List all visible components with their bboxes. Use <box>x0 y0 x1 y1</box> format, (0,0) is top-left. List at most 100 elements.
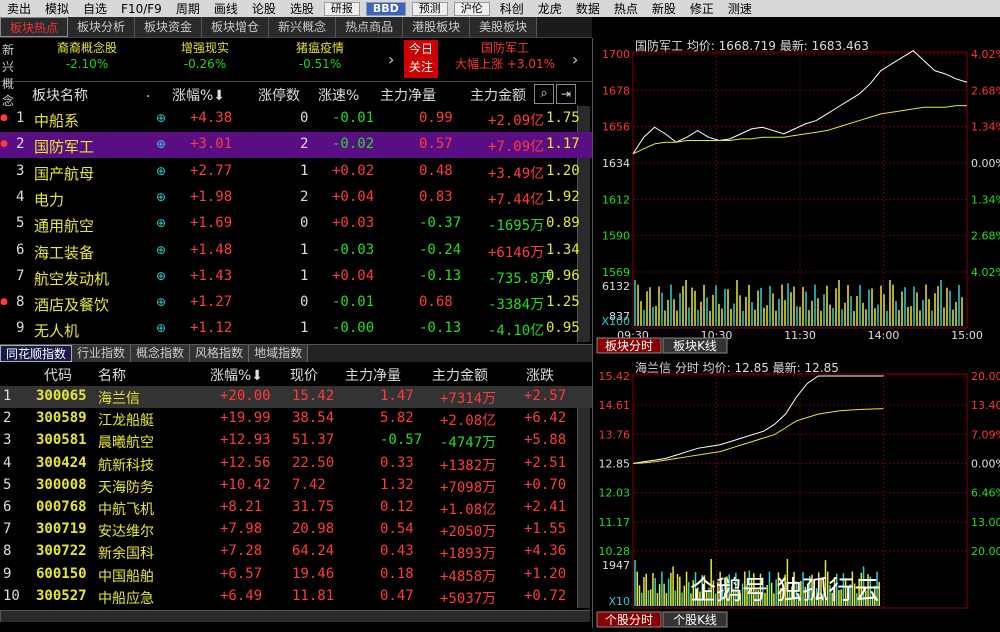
cell-chg: +2.57 <box>524 388 567 404</box>
tab-8[interactable]: 美股板块 <box>470 17 538 37</box>
col-name[interactable]: 名称 <box>98 365 126 385</box>
export-icon[interactable]: ⇥ <box>556 84 576 104</box>
toolbar-item[interactable]: 研报 <box>323 1 360 16</box>
index-tab-5[interactable]: 地域指数 <box>249 345 309 362</box>
col-net[interactable]: 主力净量 <box>380 85 436 105</box>
toolbar-item[interactable]: 沪伦 <box>453 1 490 16</box>
toolbar-item[interactable]: 修正 <box>683 0 721 17</box>
plus-icon[interactable]: ⊕ <box>156 190 166 204</box>
table-row[interactable]: 7 300719 安达维尔 +7.98 20.98 0.54 +2050万 +1.55 <box>0 519 592 541</box>
cell-amt: +6146万 <box>488 244 545 261</box>
tab-5[interactable]: 新兴概念 <box>269 17 337 37</box>
concept-item-1[interactable]: 裔裔概念股 -2.10% <box>42 40 132 72</box>
table-row[interactable]: 9 600150 中国船舶 +6.57 19.46 0.18 +4858万 +1.20 <box>0 564 592 586</box>
toolbar-item[interactable]: 预测 <box>411 1 448 16</box>
toolbar-item[interactable]: 画线 <box>207 0 245 17</box>
next-arrow-icon[interactable]: › <box>572 50 578 69</box>
toolbar-item[interactable]: 测速 <box>721 0 759 17</box>
cell-name: 国防军工 <box>34 138 95 157</box>
index-tab-4[interactable]: 风格指数 <box>190 345 250 362</box>
tab-6[interactable]: 热点商品 <box>336 17 404 37</box>
col-net[interactable]: 主力净量 <box>345 365 401 385</box>
tab-7[interactable]: 港股板块 <box>403 17 471 37</box>
table-row[interactable]: 4 300424 航新科技 +12.56 22.50 0.33 +1382万 +2.51 <box>0 453 592 475</box>
cell-amt: +7.09亿 <box>488 139 545 156</box>
cell-last: 1.92 <box>546 188 580 205</box>
tab-1[interactable]: 板块热点 <box>0 17 69 37</box>
chart-tab-label: 个股K线 <box>673 613 717 627</box>
plus-icon[interactable]: ⊕ <box>156 216 166 230</box>
plus-icon[interactable]: ⊕ <box>156 137 166 151</box>
table-row[interactable]: 8 酒店及餐饮 +1.27 0 -0.01 0.68 -3384万 1.25 ⊕ ● <box>0 290 592 316</box>
toolbar-item[interactable]: 新股 <box>645 0 683 17</box>
toolbar-item[interactable]: 热点 <box>607 0 645 17</box>
plus-icon[interactable]: ⊕ <box>156 164 166 178</box>
col-code[interactable]: 代码 <box>44 365 72 385</box>
table-row[interactable]: 2 300589 江龙船艇 +19.99 38.54 5.82 +2.08亿 +6.42 <box>0 408 592 430</box>
toolbar-item[interactable]: 模拟 <box>38 0 76 17</box>
col-speed[interactable]: 涨速% <box>318 85 359 105</box>
table-row[interactable]: 1 300065 海兰信 +20.00 15.42 1.47 +7314万 +2.57 <box>0 386 592 408</box>
col-limit[interactable]: 涨停数 <box>258 85 300 105</box>
toolbar-item[interactable]: 周期 <box>169 0 207 17</box>
plus-icon[interactable]: ⊕ <box>156 295 166 309</box>
stock-hscrollbar[interactable] <box>0 610 590 622</box>
cell-net: 1.47 <box>380 388 414 404</box>
col-change[interactable]: 涨跌 <box>526 365 554 385</box>
concept-item-2[interactable]: 增强现实 -0.26% <box>160 40 250 72</box>
cell-amt: +3.49亿 <box>488 165 545 182</box>
marker-icon: ● <box>0 297 8 308</box>
search-icon[interactable]: ⌕ <box>534 84 554 104</box>
col-name[interactable]: 板块名称 <box>32 85 88 105</box>
plus-icon[interactable]: ⊕ <box>156 111 166 125</box>
chart-canvas[interactable]: 1700 4.02% 1678 2.68% 1656 1.34% 1634 0.00% 1612… <box>593 38 1000 628</box>
index-tab-2[interactable]: 行业指数 <box>72 345 132 362</box>
chart-tab-label: 个股分时 <box>605 613 653 627</box>
table-row[interactable]: 7 航空发动机 +1.43 1 +0.04 -0.13 -735.8万 0.96 ⊕ <box>0 264 592 290</box>
table-row[interactable]: 4 电力 +1.98 2 +0.04 0.83 +7.44亿 1.92 ⊕ <box>0 185 592 211</box>
table-row[interactable]: 1 中船系 +4.38 0 -0.01 0.99 +2.09亿 1.75 ⊕ ● <box>0 106 592 132</box>
table-row[interactable]: 5 通用航空 +1.69 0 +0.03 -0.37 -1695万 0.89 ⊕ <box>0 211 592 237</box>
tab-3[interactable]: 板块资金 <box>135 17 203 37</box>
y-tick: 15.42 <box>599 370 631 383</box>
plus-icon[interactable]: ⊕ <box>156 321 166 335</box>
table-row[interactable]: 9 无人机 +1.12 1 -0.00 -0.13 -4.10亿 0.95 ⊕ <box>0 316 592 342</box>
toolbar-item[interactable]: 龙虎 <box>531 0 569 17</box>
table-row[interactable]: 6 000768 中航飞机 +8.21 31.75 0.12 +1.08亿 +2.41 <box>0 497 592 519</box>
tab-2[interactable]: 板块分析 <box>68 17 136 37</box>
table-row[interactable]: 3 国产航母 +2.77 1 +0.02 0.48 +3.49亿 1.20 ⊕ <box>0 159 592 185</box>
table-row[interactable]: 8 300722 新余国科 +7.28 64.24 0.43 +1893万 +4.36 <box>0 541 592 563</box>
concept-item-3[interactable]: 猪瘟疫情 -0.51% <box>275 40 365 72</box>
cell-net: 5.82 <box>380 410 414 427</box>
col-pct[interactable]: 涨幅%⬇ <box>172 85 225 105</box>
toolbar-item[interactable]: 科创 <box>493 0 531 17</box>
table-row[interactable]: 3 300581 晨曦航空 +12.93 51.37 -0.57 -4747万 +5.88 <box>0 430 592 452</box>
table-row[interactable]: 5 300008 天海防务 +10.42 7.42 1.32 +7098万 +0.70 <box>0 475 592 497</box>
cell-last: 0.95 <box>546 320 580 337</box>
col-price[interactable]: 现价 <box>290 365 318 385</box>
plus-icon[interactable]: ⊕ <box>156 269 166 283</box>
table-row[interactable]: 6 海工装备 +1.48 1 -0.03 -0.24 +6146万 1.34 ⊕ <box>0 238 592 264</box>
toolbar-item[interactable]: 自选 <box>76 0 114 17</box>
index-tab-3[interactable]: 概念指数 <box>131 345 191 362</box>
tab-4[interactable]: 板块增仓 <box>202 17 270 37</box>
cell-name: 安达维尔 <box>98 524 154 541</box>
index-tab-1[interactable]: 同花顺指数 <box>0 345 73 362</box>
toolbar-item[interactable]: F10/F9 <box>114 2 169 16</box>
toolbar-item[interactable]: 选股 <box>283 0 321 17</box>
y-tick: 10.28 <box>599 545 631 558</box>
toolbar-item[interactable]: 卖出 <box>0 0 38 17</box>
toolbar-item[interactable]: BBD <box>365 1 406 16</box>
table-row[interactable]: 2 国防军工 +3.01 2 -0.02 0.57 +7.09亿 1.17 ⊕ ● <box>0 132 592 159</box>
col-amount[interactable]: 主力金额 <box>470 85 526 105</box>
cell-net: 0.57 <box>419 136 453 153</box>
toolbar-item[interactable]: 论股 <box>245 0 283 17</box>
cell-amt: +2050万 <box>440 524 497 541</box>
col-pct[interactable]: 涨幅%⬇ <box>210 365 263 385</box>
table-row[interactable]: 10 300527 中船应急 +6.49 11.81 0.47 +5037万 +0.72 <box>0 586 592 608</box>
toolbar-item[interactable]: 数据 <box>569 0 607 17</box>
focus-item[interactable]: 国防军工 大幅上涨 +3.01% <box>445 40 565 72</box>
next-arrow-icon[interactable]: › <box>388 50 394 69</box>
col-amount[interactable]: 主力金额 <box>432 365 488 385</box>
plus-icon[interactable]: ⊕ <box>156 243 166 257</box>
